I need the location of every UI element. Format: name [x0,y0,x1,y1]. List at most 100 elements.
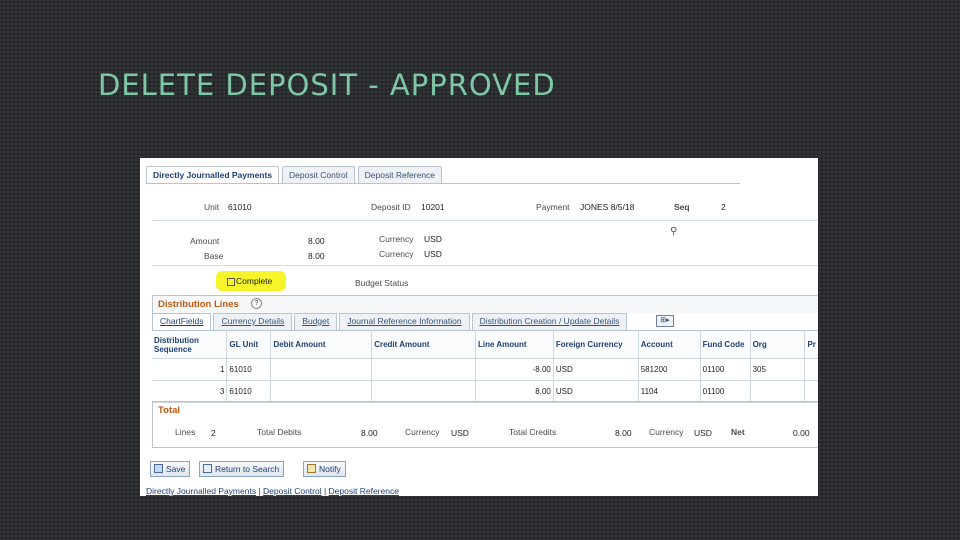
lines-label: Lines [175,427,196,437]
cell-credit [371,358,476,381]
subtab-journal-reference[interactable]: Journal Reference Information [339,313,470,330]
footer-separator: | [321,486,329,496]
cell-fund-code: 01100 [700,358,751,381]
amount-value: 8.00 [308,236,325,246]
cell-org [750,380,806,403]
col-pr: Pr [804,330,818,359]
peoplesoft-screenshot: Directly Journalled Payments Deposit Con… [140,158,818,496]
cell-debit [270,380,373,403]
col-line-amount: Line Amount [475,330,554,359]
subtab-chartfields[interactable]: ChartFields [152,313,212,330]
cell-gl-unit: 61010 [226,358,272,381]
total-section: Total Lines 2 Total Debits 8.00 Currency… [152,401,818,448]
net-value: 0.00 [793,428,810,438]
return-icon [203,464,212,473]
unit-label: Unit [204,202,220,212]
footer-link-payments[interactable]: Directly Journalled Payments [146,486,256,496]
unit-value: 61010 [228,202,252,212]
col-debit-amount: Debit Amount [270,330,373,359]
net-label: Net [731,427,745,437]
currency-value: USD [424,234,442,244]
cell-pr [804,358,818,381]
subtab-budget[interactable]: Budget [294,313,338,330]
currency-label: Currency [379,234,414,244]
col-foreign-currency: Foreign Currency [553,330,639,359]
budget-status-label: Budget Status [355,278,409,288]
col-gl-unit: GL Unit [226,330,272,359]
payment-label: Payment [536,202,570,212]
checkbox-icon [227,277,235,286]
footer-link-deposit-reference[interactable]: Deposit Reference [329,486,399,496]
tab-deposit-reference[interactable]: Deposit Reference [357,166,443,184]
amount-label: Amount [190,236,220,246]
total-debits-value: 8.00 [361,428,378,438]
return-to-search-button[interactable]: Return to Search [199,461,285,477]
footer-separator: | [256,486,264,496]
cell-currency: USD [553,380,639,403]
cell-fund-code: 01100 [700,380,751,403]
debits-currency-label: Currency [405,427,440,437]
cell-currency: USD [553,358,639,381]
divider [152,220,818,221]
cell-seq: 1 [152,358,228,381]
deposit-id-value: 10201 [421,202,445,212]
cell-account: 581200 [638,358,701,381]
col-credit-amount: Credit Amount [371,330,476,359]
credits-currency-value: USD [694,428,712,438]
subtab-distribution-creation[interactable]: Distribution Creation / Update Details [471,313,628,330]
cell-credit [371,380,476,403]
distribution-subtabs: ChartFields Currency Details Budget Jour… [152,313,629,330]
cell-org: 305 [750,358,806,381]
page-tabs: Directly Journalled Payments Deposit Con… [146,166,445,184]
show-all-columns-icon[interactable]: ⊞▸ [656,315,674,327]
debits-currency-value: USD [451,428,469,438]
cell-seq: 3 [152,380,228,403]
tab-deposit-control[interactable]: Deposit Control [282,166,355,184]
credits-currency-label: Currency [649,427,684,437]
base-currency-value: USD [424,249,442,259]
base-value: 8.00 [308,251,325,261]
slide-title: DELETE DEPOSIT - APPROVED [98,68,556,102]
table-row: 3 61010 8.00 USD 1104 01100 [152,380,818,403]
distribution-header: Distribution Lines ? [152,295,818,313]
cell-debit [270,358,373,381]
total-credits-label: Total Credits [509,427,557,437]
save-label: Save [166,464,186,474]
save-button[interactable]: Save [150,461,191,477]
cell-line-amount: 8.00 [475,380,554,403]
cell-account: 1104 [638,380,701,403]
distribution-grid: Distribution Sequence GL Unit Debit Amou… [152,330,818,403]
cell-pr [804,380,818,403]
return-label: Return to Search [215,464,280,474]
footer-links: Directly Journalled Payments | Deposit C… [146,486,399,496]
total-debits-label: Total Debits [257,427,302,437]
col-fund-code: Fund Code [700,330,751,359]
complete-status: Complete [227,276,272,286]
complete-label: Complete [236,276,273,286]
subtab-currency-details[interactable]: Currency Details [213,313,293,330]
seq-label: Seq [674,202,690,212]
save-icon [154,464,163,473]
cell-gl-unit: 61010 [226,380,272,403]
notify-icon [307,464,316,473]
total-title: Total [158,405,180,416]
search-icon[interactable]: ⚲ [670,226,677,237]
tab-divider [146,183,740,184]
total-credits-value: 8.00 [615,428,632,438]
help-icon-glyph: ? [251,298,262,310]
notify-label: Notify [319,464,341,474]
cell-line-amount: -8.00 [475,358,554,381]
notify-button[interactable]: Notify [303,461,346,477]
distribution-lines-title: Distribution Lines [158,299,239,310]
footer-link-deposit-control[interactable]: Deposit Control [263,486,322,496]
grid-header-row: Distribution Sequence GL Unit Debit Amou… [152,330,818,359]
base-label: Base [204,251,224,261]
lines-value: 2 [211,428,216,438]
col-account: Account [638,330,701,359]
seq-value: 2 [721,202,726,212]
tab-directly-journalled-payments[interactable]: Directly Journalled Payments [146,166,280,184]
table-row: 1 61010 -8.00 USD 581200 01100 305 [152,358,818,381]
help-icon[interactable]: ? [247,298,262,310]
payment-value: JONES 8/5/18 [580,202,635,212]
col-distribution-sequence: Distribution Sequence [152,330,228,359]
